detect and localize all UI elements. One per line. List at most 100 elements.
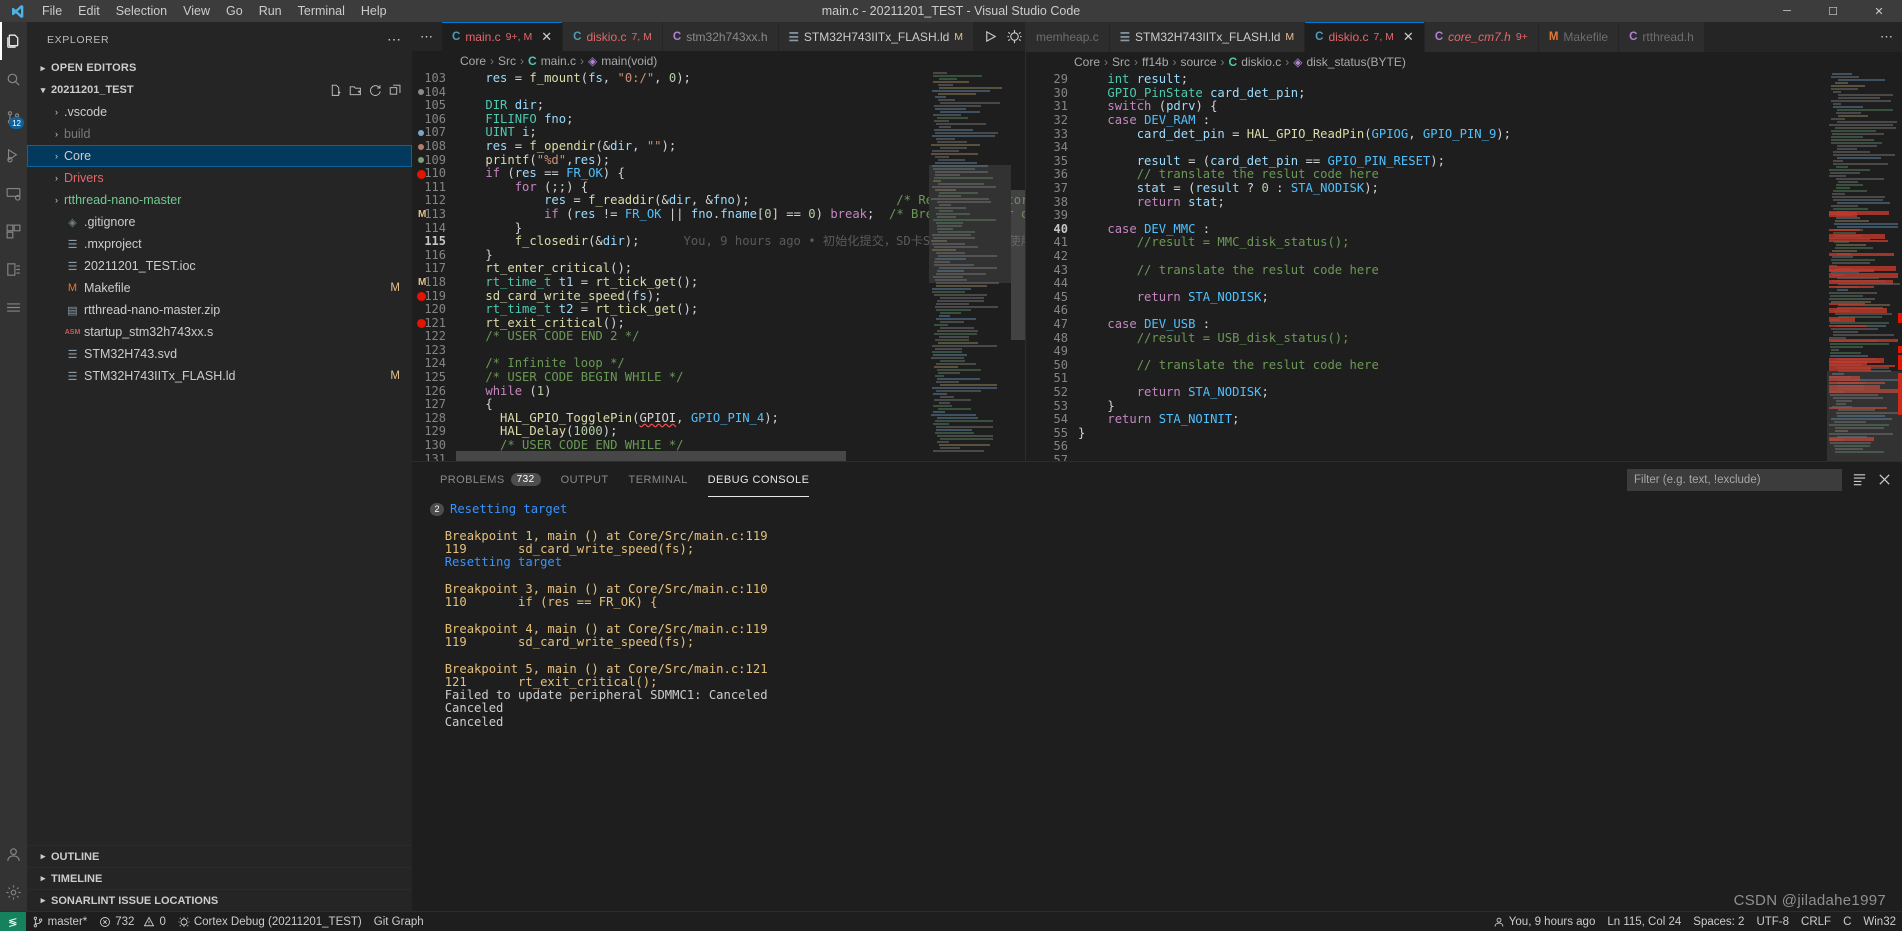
- panel-actions[interactable]: Filter (e.g. text, !exclude): [1627, 468, 1902, 491]
- editor-tab[interactable]: Cdiskio.c 7, M ✕: [1305, 22, 1425, 53]
- code-line[interactable]: 45 return STA_NODISK;: [1034, 290, 1628, 305]
- code-line[interactable]: 47 case DEV_USB :: [1034, 317, 1628, 332]
- tab-overflow-left-icon[interactable]: ⋯: [412, 22, 442, 51]
- code-line[interactable]: 40 case DEV_MMC :: [1034, 222, 1628, 237]
- breadcrumb-core[interactable]: Core: [460, 54, 486, 68]
- editor-1-scroll-thumb[interactable]: [1011, 190, 1025, 341]
- editor-1-actions[interactable]: ⋯: [974, 22, 1025, 51]
- status-blame[interactable]: You, 9 hours ago: [1487, 912, 1602, 931]
- code-line[interactable]: 46: [1034, 304, 1628, 318]
- file-tree-item[interactable]: ☰ STM32H743.svd: [27, 343, 412, 365]
- code-line[interactable]: 52 return STA_NODISK;: [1034, 385, 1628, 400]
- editor-2-minimap[interactable]: [1827, 71, 1902, 461]
- activity-testing-icon[interactable]: [0, 250, 27, 288]
- code-line[interactable]: 50 // translate the reslut code here: [1034, 358, 1628, 373]
- breadcrumb-file[interactable]: main.c: [541, 54, 576, 68]
- menu-run[interactable]: Run: [251, 2, 290, 20]
- breadcrumb-symbol[interactable]: disk_status(BYTE): [1306, 55, 1405, 69]
- editor-2-content[interactable]: 29 int result; 30 GPIO_PinState card_det_…: [1026, 71, 1902, 461]
- code-line[interactable]: 56: [1034, 440, 1628, 454]
- code-line[interactable]: 37 stat = (result ? 0 : STA_NODISK);: [1034, 181, 1628, 196]
- editor-1-content[interactable]: 103 res = f_mount(fs, "0:/", 0); 104 105 D…: [412, 70, 1025, 461]
- status-problems[interactable]: 732 0: [93, 912, 172, 931]
- activity-search-icon[interactable]: [0, 60, 27, 98]
- editor-1-hscroll-thumb[interactable]: [456, 451, 846, 461]
- activity-source-control-icon[interactable]: 12: [0, 98, 27, 136]
- code-line[interactable]: 44: [1034, 277, 1628, 291]
- panel-tab[interactable]: OUTPUT: [551, 462, 619, 497]
- status-branch[interactable]: master*: [26, 912, 94, 931]
- code-line[interactable]: 31 switch (pdrv) {: [1034, 100, 1628, 114]
- code-line[interactable]: 32 case DEV_RAM :: [1034, 113, 1628, 128]
- editor-tab[interactable]: memheap.c: [1026, 22, 1110, 53]
- file-tree-item[interactable]: › Drivers: [27, 167, 412, 189]
- code-line[interactable]: 49: [1034, 345, 1628, 359]
- editor-tab[interactable]: Cmain.c 9+, M ✕: [442, 22, 564, 52]
- editor-tab[interactable]: ☰ STM32H743IITx_FLASH.ld M: [1109, 22, 1306, 53]
- file-tree-item[interactable]: M Makefile M: [27, 277, 412, 299]
- panel-tab[interactable]: TERMINAL: [619, 462, 698, 497]
- code-line[interactable]: 39: [1034, 209, 1628, 223]
- code-line[interactable]: 35 result = (card_det_pin == GPIO_PIN_RE…: [1034, 154, 1628, 169]
- file-tree-item[interactable]: › .vscode: [27, 101, 412, 123]
- status-platform[interactable]: Win32: [1857, 912, 1902, 931]
- file-tree-item[interactable]: › build: [27, 123, 412, 145]
- activity-accounts-icon[interactable]: [0, 835, 27, 873]
- activity-settings-gear-icon[interactable]: [0, 873, 27, 911]
- sonarlint-section[interactable]: ▸ SONARLINT ISSUE LOCATIONS: [27, 889, 412, 911]
- panel-tab[interactable]: PROBLEMS 732: [430, 462, 551, 497]
- menu-terminal[interactable]: Terminal: [290, 2, 353, 20]
- file-tree-item[interactable]: ☰ 20211201_TEST.ioc: [27, 255, 412, 277]
- activity-extensions-icon[interactable]: [0, 212, 27, 250]
- editor-2-breadcrumb[interactable]: Core › Src › ff14b › source › C diskio.c…: [1026, 52, 1902, 72]
- menu-go[interactable]: Go: [218, 2, 251, 20]
- activity-explorer-icon[interactable]: [0, 22, 27, 60]
- panel-tab[interactable]: DEBUG CONSOLE: [698, 462, 820, 497]
- file-tree-item[interactable]: › rtthread-nano-master: [27, 189, 412, 211]
- activity-outline-icon[interactable]: [0, 288, 27, 326]
- close-button[interactable]: ✕: [1856, 0, 1902, 22]
- project-root-row[interactable]: ▾ 20211201_TEST: [27, 79, 412, 101]
- status-language-mode[interactable]: C: [1837, 912, 1857, 931]
- file-tree-item[interactable]: ☰ .mxproject: [27, 233, 412, 255]
- breadcrumb-file[interactable]: diskio.c: [1241, 55, 1281, 69]
- editor-1-horizontal-scrollbar[interactable]: [412, 451, 943, 461]
- editor-1-vertical-scrollbar[interactable]: [1011, 70, 1025, 461]
- editor-tab[interactable]: Cdiskio.c 7, M: [563, 22, 663, 52]
- code-line[interactable]: 38 return stat;: [1034, 195, 1628, 210]
- status-git-graph[interactable]: Git Graph: [368, 912, 430, 931]
- minimize-button[interactable]: ─: [1764, 0, 1810, 22]
- code-line[interactable]: 51: [1034, 372, 1628, 386]
- debug-console-lines[interactable]: 2 Resetting target Breakpoint 1, main () …: [430, 502, 1902, 729]
- breadcrumb-core[interactable]: Core: [1074, 55, 1100, 69]
- breadcrumb-src[interactable]: Src: [1112, 55, 1130, 69]
- timeline-section[interactable]: ▸ TIMELINE: [27, 867, 412, 889]
- code-line[interactable]: 29 int result;: [1034, 72, 1628, 87]
- breadcrumb-source[interactable]: source: [1181, 55, 1217, 69]
- code-line[interactable]: 48 //result = USB_disk_status();: [1034, 331, 1628, 346]
- code-line[interactable]: 30 GPIO_PinState card_det_pin;: [1034, 86, 1628, 101]
- editor-tab[interactable]: ☰ STM32H743IITx_FLASH.ld M: [778, 22, 975, 52]
- status-eol[interactable]: CRLF: [1795, 912, 1837, 931]
- code-line[interactable]: 33 card_det_pin = HAL_GPIO_ReadPin(GPIOG…: [1034, 127, 1628, 142]
- code-line[interactable]: 43 // translate the reslut code here: [1034, 263, 1628, 278]
- window-controls[interactable]: ─ ☐ ✕: [1764, 0, 1902, 22]
- debug-console-output[interactable]: 2 Resetting target Breakpoint 1, main () …: [412, 497, 1902, 911]
- minimap-slider[interactable]: [1827, 371, 1902, 461]
- outline-section[interactable]: ▸ OUTLINE: [27, 845, 412, 867]
- breadcrumb-src[interactable]: Src: [498, 54, 516, 68]
- code-line[interactable]: 34: [1034, 141, 1628, 155]
- file-tree-item[interactable]: ▤ rtthread-nano-master.zip: [27, 299, 412, 321]
- code-line[interactable]: 53 }: [1034, 399, 1628, 414]
- editor-tab[interactable]: M Makefile: [1538, 22, 1620, 53]
- editor-1-minimap[interactable]: [929, 70, 1011, 461]
- code-line[interactable]: 57: [1034, 453, 1628, 461]
- maximize-button[interactable]: ☐: [1810, 0, 1856, 22]
- editor-tab[interactable]: Ccore_cm7.h 9+: [1424, 22, 1539, 53]
- menu-selection[interactable]: Selection: [108, 2, 175, 20]
- menu-bar[interactable]: File Edit Selection View Go Run Terminal…: [34, 2, 395, 20]
- editor-2-source[interactable]: 29 int result; 30 GPIO_PinState card_det_…: [1026, 71, 1628, 461]
- menu-view[interactable]: View: [175, 2, 218, 20]
- menu-file[interactable]: File: [34, 2, 70, 20]
- file-tree-item[interactable]: ASM startup_stm32h743xx.s: [27, 321, 412, 343]
